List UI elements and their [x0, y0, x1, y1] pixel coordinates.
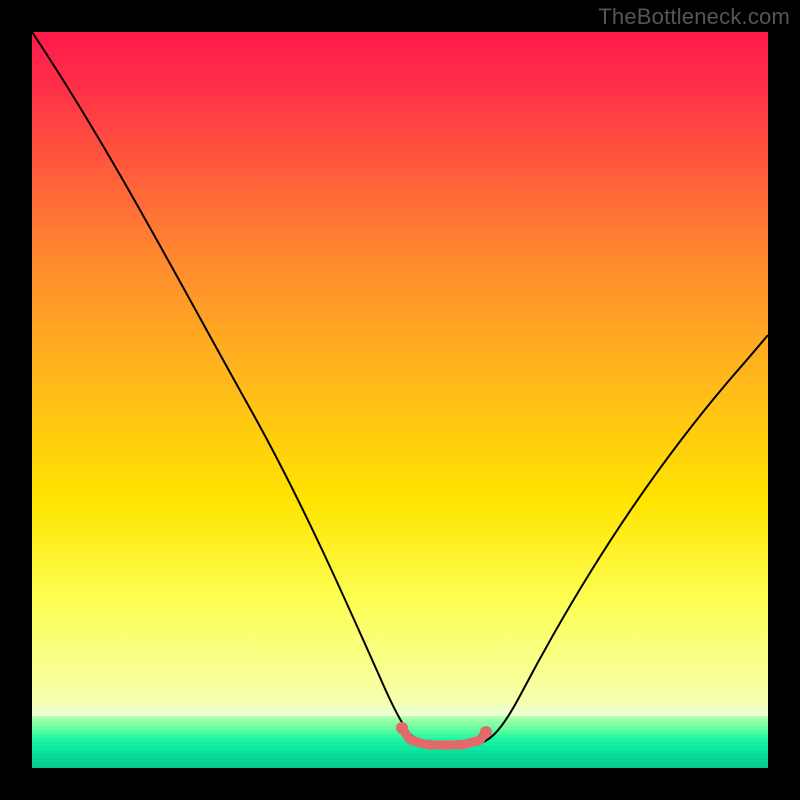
trough-dot — [457, 740, 467, 750]
chart-frame: TheBottleneck.com — [0, 0, 800, 800]
trough-dot — [425, 740, 435, 750]
trough-dot — [441, 740, 451, 750]
bottleneck-curve — [32, 32, 768, 744]
watermark-text: TheBottleneck.com — [598, 4, 790, 30]
curve-layer — [32, 32, 768, 768]
trough-dot — [473, 736, 483, 746]
trough-dot — [396, 722, 408, 734]
trough-dot — [409, 736, 419, 746]
trough-dot — [480, 726, 492, 738]
plot-area — [32, 32, 768, 768]
